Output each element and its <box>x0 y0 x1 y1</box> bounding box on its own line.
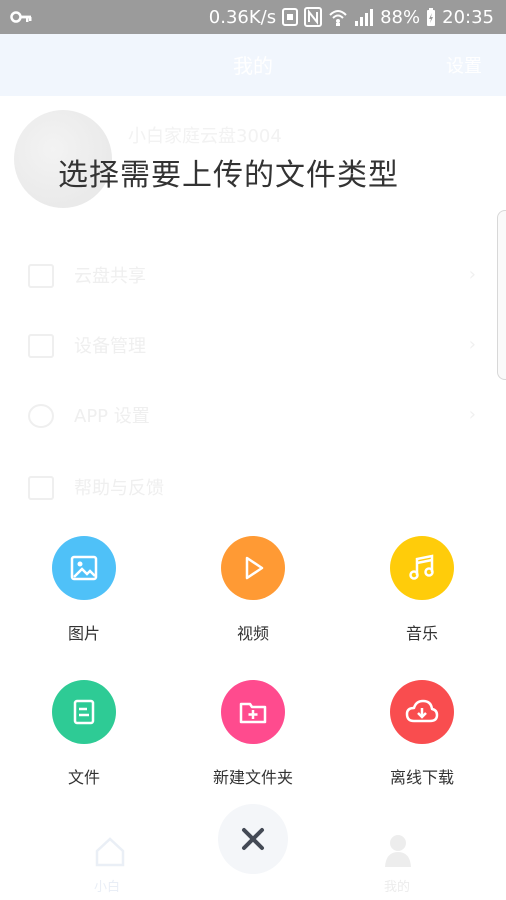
clock: 20:35 <box>442 6 494 28</box>
upload-video-button[interactable]: 视频 <box>183 536 323 644</box>
network-speed: 0.36K/s <box>208 6 277 28</box>
option-label: 文件 <box>67 768 100 787</box>
app-header-settings: 设置 <box>446 56 482 77</box>
chevron-right-icon: › <box>468 264 476 285</box>
status-bar: 0.36K/s 88% 20:35 <box>0 0 506 34</box>
wifi-icon <box>329 10 347 26</box>
app-header: 我的 设置 <box>0 34 506 96</box>
settings-icon <box>28 404 54 428</box>
signal-icon <box>355 9 374 26</box>
image-icon <box>52 536 116 600</box>
menu-item-help: 帮助与反馈 <box>0 454 506 524</box>
close-button[interactable] <box>218 804 288 874</box>
vpn-key-icon <box>10 11 32 23</box>
person-icon <box>385 835 411 867</box>
chevron-right-icon: › <box>468 404 476 425</box>
app-header-title: 我的 <box>233 54 273 78</box>
data-saver-icon <box>282 8 299 26</box>
option-label: 新建文件夹 <box>212 768 293 787</box>
menu-item-share: 云盘共享 › <box>0 242 506 312</box>
upload-image-button[interactable]: 图片 <box>14 536 154 644</box>
home-icon <box>95 837 125 867</box>
option-label: 视频 <box>236 624 269 643</box>
device-name: 小白家庭云盘3004 <box>128 126 282 147</box>
menu-item-label: 云盘共享 <box>74 266 146 287</box>
menu-item-label: APP 设置 <box>74 406 150 427</box>
chevron-right-icon: › <box>468 334 476 355</box>
share-icon <box>28 264 54 288</box>
upload-sheet-title: 选择需要上传的文件类型 <box>58 158 399 193</box>
battery-level: 88% <box>380 6 421 28</box>
upload-music-button[interactable]: 音乐 <box>352 536 492 644</box>
menu-item-label: 设备管理 <box>74 336 146 357</box>
cloud-download-icon <box>390 680 454 744</box>
help-icon <box>28 476 54 500</box>
offline-download-button[interactable]: 离线下载 <box>352 680 492 788</box>
tab-home-label: 小白 <box>94 880 121 895</box>
tab-me-label: 我的 <box>384 880 411 895</box>
edge-panel-handle[interactable] <box>497 210 506 380</box>
option-label: 离线下载 <box>389 768 454 787</box>
option-label: 音乐 <box>405 624 438 643</box>
nfc-icon <box>304 7 323 27</box>
play-icon <box>221 536 285 600</box>
device-icon <box>28 334 54 358</box>
close-icon <box>242 828 264 850</box>
menu-item-devices: 设备管理 › <box>0 312 506 382</box>
new-folder-icon <box>221 680 285 744</box>
document-icon <box>52 680 116 744</box>
menu-item-app-settings: APP 设置 › <box>0 382 506 452</box>
upload-document-button[interactable]: 文件 <box>14 680 154 788</box>
new-folder-button[interactable]: 新建文件夹 <box>183 680 323 788</box>
menu-item-label: 帮助与反馈 <box>74 478 164 499</box>
option-label: 图片 <box>67 624 100 643</box>
music-icon <box>390 536 454 600</box>
battery-icon <box>427 8 436 26</box>
